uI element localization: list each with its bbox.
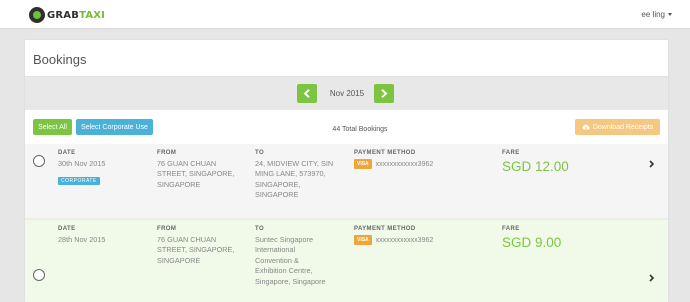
to-line: Suntec Singapore — [255, 235, 314, 244]
booking-row[interactable]: DATE 28th Nov 2015 FROM 76 GUAN CHUAN ST… — [25, 220, 668, 302]
select-all-button[interactable]: Select All — [33, 119, 72, 135]
payment-method-label: PAYMENT METHOD — [354, 226, 416, 232]
booking-date: DATE 30th Nov 2015 CORPORATE — [58, 150, 148, 187]
payment-details: VISA xxxxxxxxxxxx3962 — [354, 159, 484, 169]
date-value: 28th Nov 2015 — [58, 235, 106, 244]
booking-select-radio[interactable] — [33, 155, 45, 167]
from-line: SINGAPORE — [157, 179, 201, 189]
to-line: MING LANE, 573970, — [255, 169, 326, 179]
grab-taxi-logo[interactable]: GRABTAXI — [29, 6, 105, 24]
download-receipts-label: Download Receipts — [592, 123, 654, 131]
to-label: TO — [255, 150, 265, 156]
booking-from: FROM 76 GUAN CHUAN STREET, SINGAPORE, SI… — [157, 150, 247, 190]
to-line: 24, MIDVIEW CITY, SIN — [255, 159, 334, 168]
from-label: FROM — [157, 226, 177, 232]
next-month-button[interactable] — [374, 84, 394, 103]
fare-label: FARE — [502, 226, 520, 232]
date-value: 30th Nov 2015 — [58, 159, 106, 168]
from-line: STREET, SINGAPORE, — [157, 245, 235, 255]
booking-date: DATE 28th Nov 2015 — [58, 226, 148, 245]
booking-payment: PAYMENT METHOD VISA xxxxxxxxxxxx3962 — [354, 226, 484, 245]
fare-amount: SGD 12.00 — [502, 159, 569, 174]
from-line: STREET, SINGAPORE, — [157, 169, 235, 179]
user-name: ee ling — [641, 10, 665, 19]
chevron-right-icon — [381, 89, 388, 98]
booking-from: FROM 76 GUAN CHUAN STREET, SINGAPORE, SI… — [157, 226, 247, 266]
logo-text: GRABTAXI — [47, 9, 106, 21]
visa-card-icon: VISA — [354, 235, 372, 245]
previous-month-button[interactable] — [297, 84, 317, 103]
corporate-badge: CORPORATE — [58, 177, 100, 186]
visa-card-icon: VISA — [354, 159, 372, 169]
booking-payment: PAYMENT METHOD VISA xxxxxxxxxxxx3962 — [354, 150, 484, 169]
download-receipts-button[interactable]: Download Receipts — [575, 119, 660, 135]
user-menu[interactable]: ee ling — [641, 10, 672, 19]
from-label: FROM — [157, 150, 177, 156]
booking-to: TO Suntec Singapore International Conven… — [255, 226, 345, 287]
booking-to: TO 24, MIDVIEW CITY, SIN MING LANE, 5739… — [255, 150, 345, 201]
to-line: Convention & — [255, 255, 299, 265]
grab-logo-icon — [29, 7, 45, 23]
to-line: SINGAPORE, — [255, 179, 301, 189]
select-corporate-use-button[interactable]: Select Corporate Use — [76, 119, 153, 135]
booking-select-radio[interactable] — [33, 269, 45, 281]
payment-details: VISA xxxxxxxxxxxx3962 — [354, 235, 484, 245]
cloud-download-icon — [582, 124, 590, 130]
from-line: 76 GUAN CHUAN — [157, 235, 217, 244]
booking-fare: FARE SGD 9.00 — [502, 226, 622, 250]
from-line: SINGAPORE — [157, 255, 201, 265]
payment-method-label: PAYMENT METHOD — [354, 150, 416, 156]
fare-label: FARE — [502, 150, 520, 156]
bookings-panel: Bookings Nov 2015 Select All Select Corp… — [25, 40, 668, 302]
booking-row[interactable]: DATE 30th Nov 2015 CORPORATE FROM 76 GUA… — [25, 144, 668, 218]
caret-down-icon — [668, 13, 672, 16]
page-title: Bookings — [33, 52, 87, 67]
booking-fare: FARE SGD 12.00 — [502, 150, 622, 174]
date-label: DATE — [58, 150, 76, 156]
to-line: International — [255, 245, 296, 255]
card-number: xxxxxxxxxxxx3962 — [375, 236, 434, 244]
chevron-right-icon[interactable] — [648, 274, 655, 282]
card-number: xxxxxxxxxxxx3962 — [375, 160, 434, 168]
to-line: SINGAPORE — [255, 190, 299, 200]
top-navbar: GRABTAXI ee ling — [0, 0, 690, 29]
fare-amount: SGD 9.00 — [502, 235, 562, 250]
from-line: 76 GUAN CHUAN — [157, 159, 217, 168]
total-bookings-count: 44 Total Bookings — [332, 126, 388, 133]
month-navigator: Nov 2015 — [25, 77, 668, 110]
date-label: DATE — [58, 226, 76, 232]
to-label: TO — [255, 226, 265, 232]
chevron-left-icon — [303, 89, 310, 98]
current-month: Nov 2015 — [329, 89, 365, 98]
to-line: Exhibition Centre, — [255, 266, 313, 276]
to-line: Singapore, Singapore — [255, 276, 326, 286]
chevron-right-icon[interactable] — [648, 160, 655, 168]
